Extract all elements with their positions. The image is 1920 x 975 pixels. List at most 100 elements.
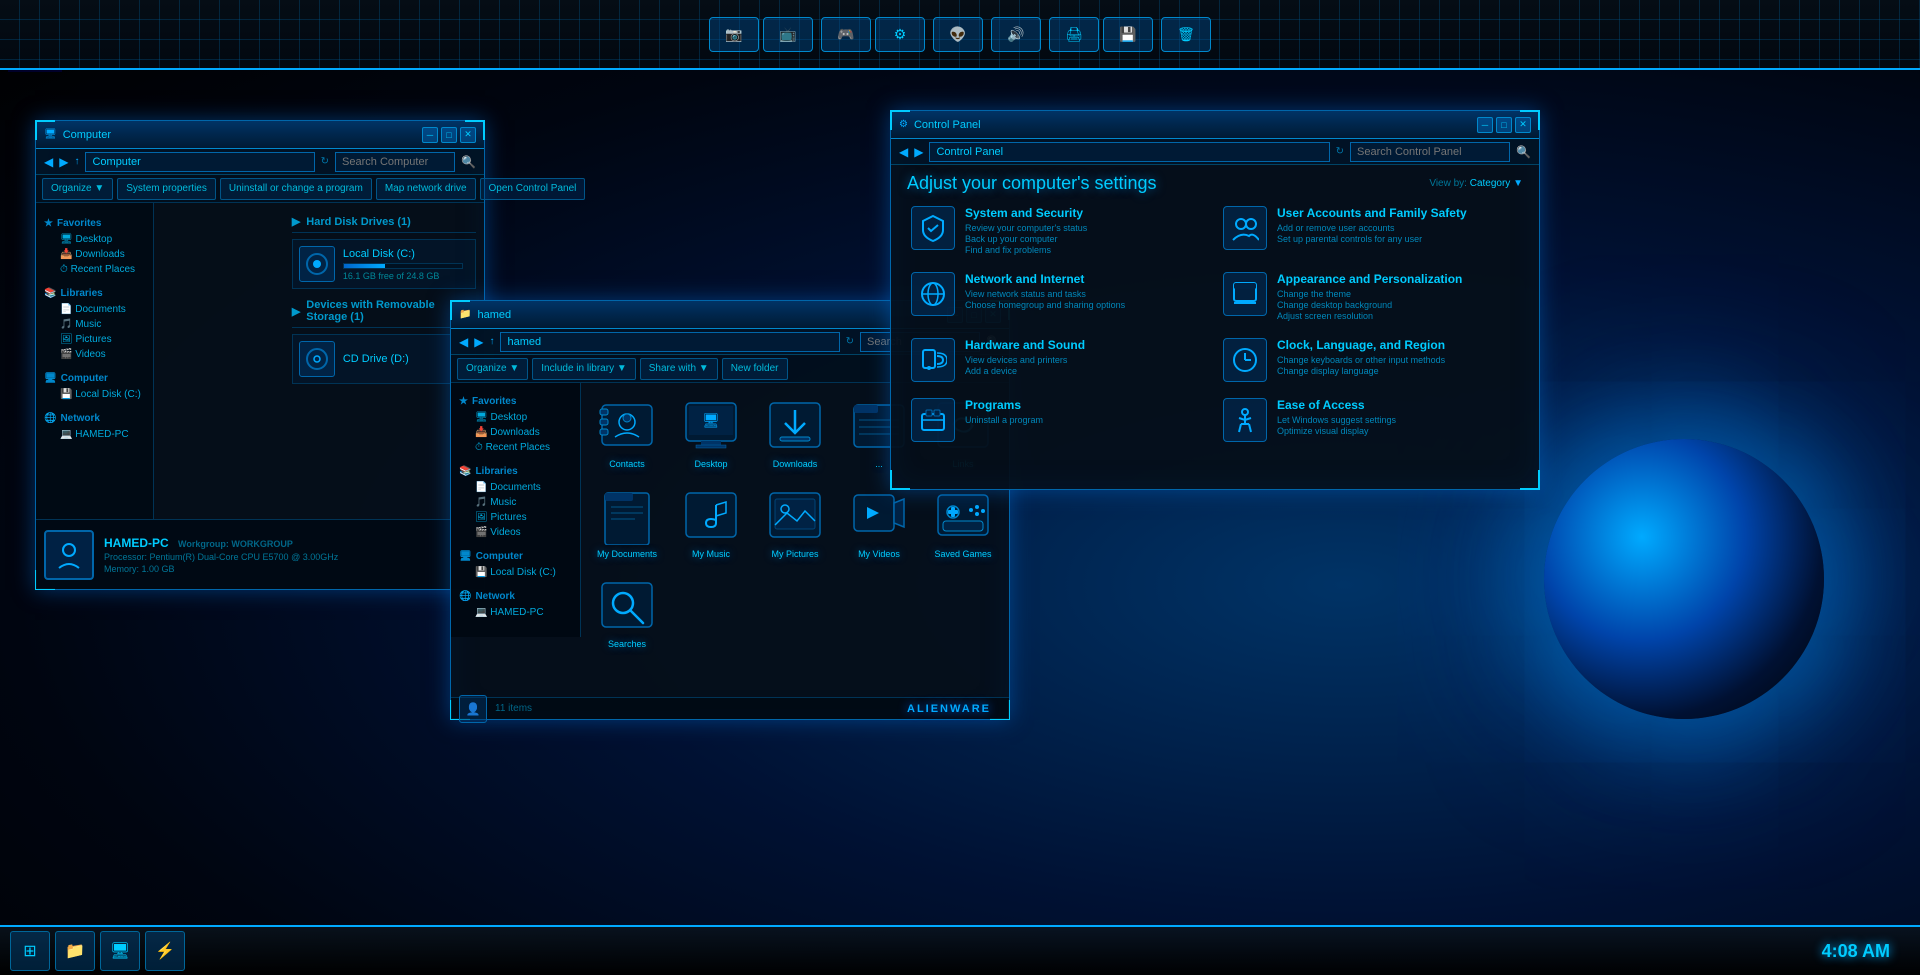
cp-viewby-value[interactable]: Category (1470, 178, 1511, 189)
nav-btn-7[interactable]: 🖨 (1049, 17, 1099, 52)
hamed-sidebar-downloads[interactable]: 📥 Downloads (459, 425, 572, 440)
minimize-btn[interactable]: ─ (422, 127, 438, 143)
sidebar-pictures[interactable]: 🖼 Pictures (44, 332, 145, 347)
sidebar-desktop[interactable]: 🖥 Desktop (44, 232, 145, 247)
find-fix-problems-link[interactable]: Find and fix problems (965, 245, 1087, 255)
hamed-forward-btn[interactable]: ▶ (474, 335, 483, 349)
sidebar-local-disk[interactable]: 💾 Local Disk (C:) (44, 387, 145, 402)
cp-search-input[interactable] (1350, 142, 1510, 162)
sidebar-downloads[interactable]: 📥 Downloads (44, 247, 145, 262)
cp-minimize-btn[interactable]: ─ (1477, 117, 1493, 133)
search-icon[interactable]: 🔍 (461, 155, 476, 169)
open-control-panel-btn[interactable]: Open Control Panel (480, 178, 586, 200)
review-computer-status-link[interactable]: Review your computer's status (965, 223, 1087, 233)
add-device-link[interactable]: Add a device (965, 366, 1085, 376)
cp-user-accounts[interactable]: User Accounts and Family Safety Add or r… (1219, 202, 1523, 260)
hamed-new-folder-btn[interactable]: New folder (722, 358, 788, 380)
start-btn[interactable]: ⊞ (10, 931, 50, 971)
sidebar-hamed-pc[interactable]: 💻 HAMED-PC (44, 427, 145, 442)
optimize-visual-link[interactable]: Optimize visual display (1277, 426, 1396, 436)
change-display-lang-link[interactable]: Change display language (1277, 366, 1445, 376)
folder-desktop[interactable]: 🖥 Desktop (671, 389, 751, 475)
taskbar-computer-btn[interactable]: 🖥 (100, 931, 140, 971)
folder-my-documents[interactable]: My Documents (587, 479, 667, 565)
add-remove-users-link[interactable]: Add or remove user accounts (1277, 223, 1467, 233)
cp-network[interactable]: Network and Internet View network status… (907, 268, 1211, 326)
system-properties-btn[interactable]: System properties (117, 178, 216, 200)
nav-btn-2[interactable]: 📺 (763, 17, 813, 52)
include-library-btn[interactable]: Include in library ▼ (532, 358, 636, 380)
nav-btn-9[interactable]: 🗑 (1161, 17, 1211, 52)
nav-btn-8[interactable]: 💾 (1103, 17, 1153, 52)
hamed-sidebar-pictures[interactable]: 🖼 Pictures (459, 510, 572, 525)
sidebar-music[interactable]: 🎵 Music (44, 317, 145, 332)
cp-back-btn[interactable]: ◀ (899, 145, 908, 159)
parental-controls-link[interactable]: Set up parental controls for any user (1277, 234, 1467, 244)
folder-saved-games[interactable]: Saved Games (923, 479, 1003, 565)
back-btn[interactable]: ◀ (44, 155, 53, 169)
cp-system-security[interactable]: System and Security Review your computer… (907, 202, 1211, 260)
homegroup-link[interactable]: Choose homegroup and sharing options (965, 300, 1125, 310)
nav-btn-4[interactable]: ⚙ (875, 17, 925, 52)
folder-my-videos[interactable]: My Videos (839, 479, 919, 565)
nav-btn-3[interactable]: 🎮 (821, 17, 871, 52)
uninstall-program-link[interactable]: Uninstall a program (965, 415, 1043, 425)
hamed-sidebar-recent[interactable]: ⏱ Recent Places (459, 440, 572, 455)
cp-refresh-icon[interactable]: ↻ (1336, 146, 1344, 157)
view-network-status-link[interactable]: View network status and tasks (965, 289, 1125, 299)
cd-drive-d[interactable]: CD Drive (D:) (292, 334, 476, 384)
cp-clock-language[interactable]: Clock, Language, and Region Change keybo… (1219, 334, 1523, 386)
windows-suggest-link[interactable]: Let Windows suggest settings (1277, 415, 1396, 425)
cp-titlebar[interactable]: ⚙ Control Panel ─ □ ✕ (891, 111, 1539, 139)
address-input[interactable] (85, 152, 314, 172)
folder-my-music[interactable]: My Music (671, 479, 751, 565)
cp-hardware[interactable]: Hardware and Sound View devices and prin… (907, 334, 1211, 386)
sidebar-recent[interactable]: ⏱ Recent Places (44, 262, 145, 277)
cp-maximize-btn[interactable]: □ (1496, 117, 1512, 133)
nav-btn-1[interactable]: 📷 (709, 17, 759, 52)
folder-my-pictures[interactable]: My Pictures (755, 479, 835, 565)
up-btn[interactable]: ↑ (74, 156, 79, 167)
search-input[interactable] (335, 152, 455, 172)
hamed-sidebar-music[interactable]: 🎵 Music (459, 495, 572, 510)
cp-search-icon[interactable]: 🔍 (1516, 145, 1531, 159)
share-with-btn[interactable]: Share with ▼ (640, 358, 718, 380)
adjust-screen-res-link[interactable]: Adjust screen resolution (1277, 311, 1462, 321)
hamed-refresh-icon[interactable]: ↻ (846, 336, 854, 347)
hamed-up-btn[interactable]: ↑ (489, 336, 494, 347)
hamed-sidebar-hamed-pc[interactable]: 💻 HAMED-PC (459, 605, 572, 620)
forward-btn[interactable]: ▶ (59, 155, 68, 169)
hamed-back-btn[interactable]: ◀ (459, 335, 468, 349)
folder-downloads[interactable]: Downloads (755, 389, 835, 475)
folder-searches[interactable]: Searches (587, 569, 667, 655)
hamed-sidebar-local-disk[interactable]: 💾 Local Disk (C:) (459, 565, 572, 580)
hamed-organize-btn[interactable]: Organize ▼ (457, 358, 528, 380)
hamed-address-input[interactable] (500, 332, 839, 352)
cp-forward-btn[interactable]: ▶ (914, 145, 923, 159)
computer-titlebar[interactable]: 🖥 Computer ─ □ ✕ (36, 121, 484, 149)
maximize-btn[interactable]: □ (441, 127, 457, 143)
backup-computer-link[interactable]: Back up your computer (965, 234, 1087, 244)
hamed-sidebar-desktop[interactable]: 🖥 Desktop (459, 410, 572, 425)
cp-address-input[interactable] (929, 142, 1329, 162)
organize-btn[interactable]: Organize ▼ (42, 178, 113, 200)
sidebar-documents[interactable]: 📄 Documents (44, 302, 145, 317)
hamed-sidebar-videos[interactable]: 🎬 Videos (459, 525, 572, 540)
taskbar-explorer-btn[interactable]: 📁 (55, 931, 95, 971)
cp-appearance[interactable]: Appearance and Personalization Change th… (1219, 268, 1523, 326)
nav-btn-5[interactable]: 👽 (933, 17, 983, 52)
change-desktop-bg-link[interactable]: Change desktop background (1277, 300, 1462, 310)
map-drive-btn[interactable]: Map network drive (376, 178, 476, 200)
uninstall-btn[interactable]: Uninstall or change a program (220, 178, 372, 200)
change-keyboards-link[interactable]: Change keyboards or other input methods (1277, 355, 1445, 365)
hamed-sidebar-documents[interactable]: 📄 Documents (459, 480, 572, 495)
sidebar-videos[interactable]: 🎬 Videos (44, 347, 145, 362)
view-devices-link[interactable]: View devices and printers (965, 355, 1085, 365)
change-theme-link[interactable]: Change the theme (1277, 289, 1462, 299)
taskbar-extra-btn[interactable]: ⚡ (145, 931, 185, 971)
local-disk-c[interactable]: Local Disk (C:) 16.1 GB free of 24.8 GB (292, 239, 476, 289)
refresh-icon[interactable]: ↻ (321, 156, 329, 167)
cp-ease-access[interactable]: Ease of Access Let Windows suggest setti… (1219, 394, 1523, 446)
cp-programs[interactable]: Programs Uninstall a program (907, 394, 1211, 446)
nav-btn-6[interactable]: 🔊 (991, 17, 1041, 52)
